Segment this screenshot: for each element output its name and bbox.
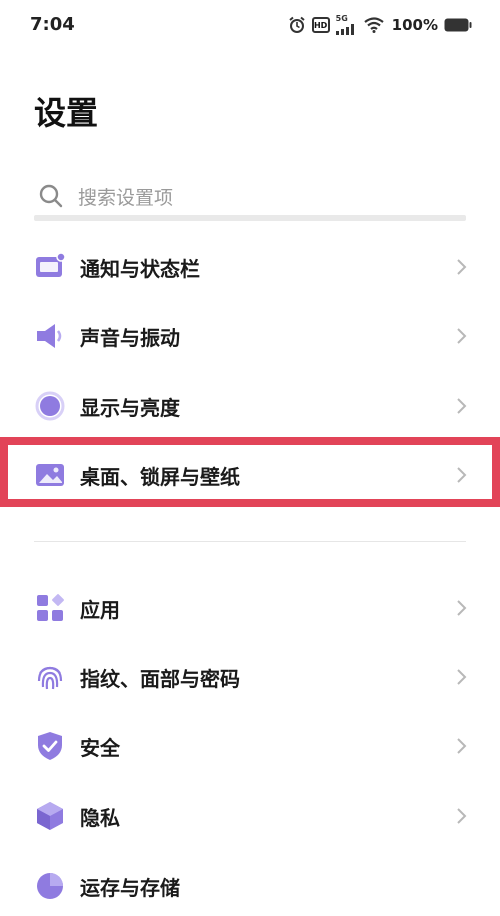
highlight-box xyxy=(0,437,500,507)
privacy-icon xyxy=(37,802,63,830)
notification-bar-icon xyxy=(36,252,66,277)
chevron-right-icon xyxy=(457,259,467,275)
search-placeholder: 搜索设置项 xyxy=(78,186,174,209)
status-time: 7:04 xyxy=(30,14,75,35)
menu-item-label: 安全 xyxy=(80,735,120,760)
battery-icon xyxy=(444,18,472,32)
chevron-right-icon xyxy=(457,669,467,685)
search-bar[interactable]: 搜索设置项 xyxy=(34,172,466,220)
menu-item-fingerprint[interactable]: 指纹、面部与密码 xyxy=(0,647,500,707)
menu-item-sound[interactable]: 声音与振动 xyxy=(0,306,500,366)
menu-item-label: 隐私 xyxy=(80,805,120,830)
page-title: 设置 xyxy=(34,94,99,132)
menu-item-label: 显示与亮度 xyxy=(80,395,180,420)
hd-badge: HD xyxy=(311,17,330,33)
shield-icon xyxy=(38,732,62,760)
network-type-label: 5G xyxy=(335,14,348,23)
menu-item-label: 应用 xyxy=(80,597,120,622)
chevron-right-icon xyxy=(457,398,467,414)
status-icons: HD 5G 100% xyxy=(288,14,472,36)
menu-item-privacy[interactable]: 隐私 xyxy=(0,786,500,846)
menu-item-notifications[interactable]: 通知与状态栏 xyxy=(0,237,500,297)
battery-percent: 100% xyxy=(391,16,438,34)
menu-item-label: 运存与存储 xyxy=(80,875,180,900)
chevron-right-icon xyxy=(457,738,467,754)
menu-item-display[interactable]: 显示与亮度 xyxy=(0,376,500,436)
apps-icon xyxy=(37,594,64,621)
status-bar: 7:04 HD 5G 100% xyxy=(0,0,500,52)
chevron-right-icon xyxy=(457,328,467,344)
search-underline xyxy=(34,215,466,221)
speaker-icon xyxy=(37,324,62,348)
cellular-signal-icon: 5G xyxy=(335,14,358,35)
storage-icon xyxy=(37,873,63,899)
fingerprint-icon xyxy=(37,666,63,690)
chevron-right-icon xyxy=(457,808,467,824)
menu-item-label: 通知与状态栏 xyxy=(80,256,200,281)
menu-item-storage[interactable]: 运存与存储 xyxy=(0,856,500,916)
section-divider xyxy=(34,541,466,542)
alarm-icon xyxy=(289,16,305,33)
menu-item-label: 声音与振动 xyxy=(80,325,180,350)
wifi-icon xyxy=(363,17,384,33)
search-icon xyxy=(39,184,63,208)
brightness-icon xyxy=(35,391,65,421)
menu-item-security[interactable]: 安全 xyxy=(0,716,500,776)
menu-item-label: 指纹、面部与密码 xyxy=(80,666,240,691)
menu-item-apps[interactable]: 应用 xyxy=(0,578,500,638)
chevron-right-icon xyxy=(457,600,467,616)
